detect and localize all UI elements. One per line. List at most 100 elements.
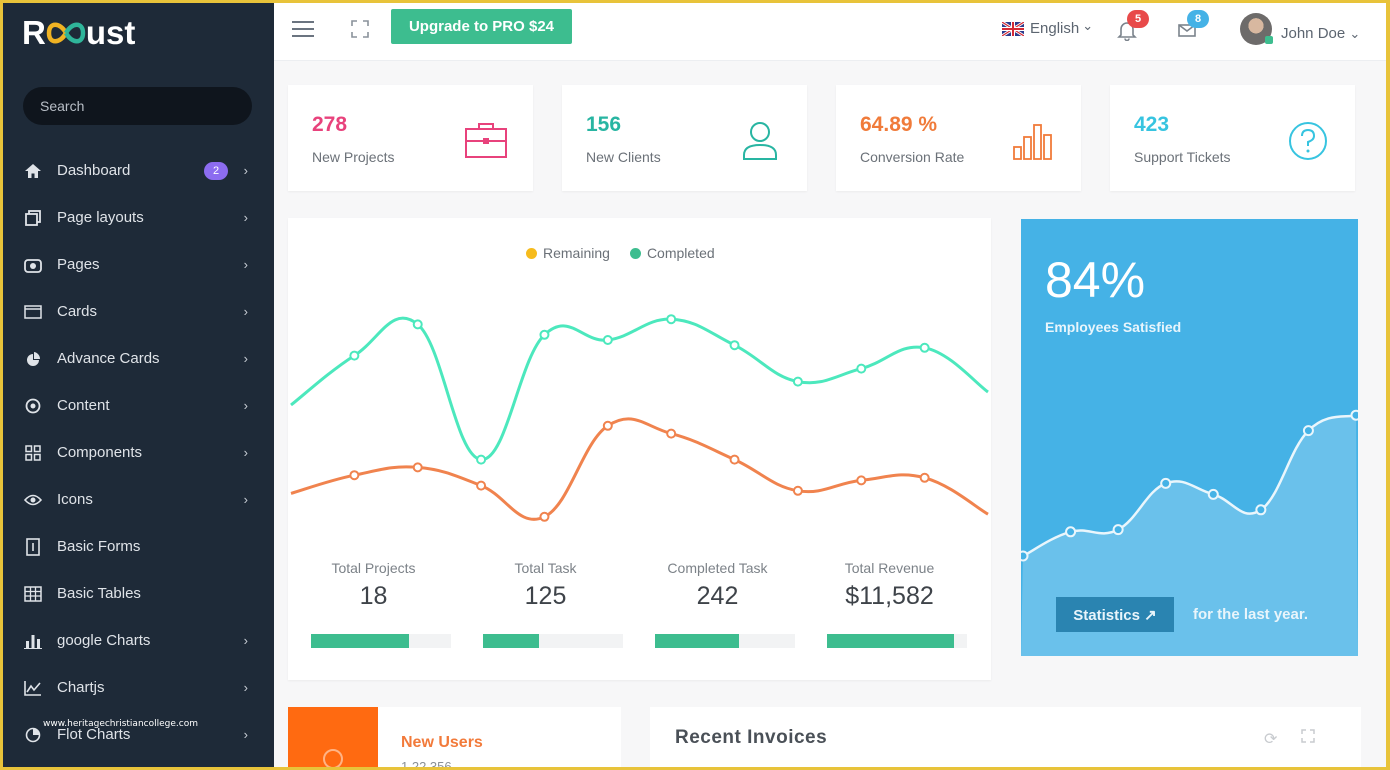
bar-chart-icon [23, 632, 43, 650]
infinity-logo-icon [46, 16, 86, 50]
online-status-icon [1265, 36, 1273, 44]
data-point-remaining[interactable] [412, 462, 423, 473]
form-icon [23, 537, 43, 556]
stat-label: Support Tickets [1134, 149, 1231, 165]
data-point-completed[interactable] [856, 363, 867, 374]
notifications-button[interactable]: 5 [1116, 10, 1149, 42]
area-data-point[interactable] [1112, 524, 1124, 536]
data-point-remaining[interactable] [476, 480, 487, 491]
legend-dot-completed [629, 247, 641, 259]
chevron-right-icon: › [243, 398, 248, 413]
area-data-point[interactable] [1302, 425, 1314, 437]
sidebar-item-components[interactable]: Components › [3, 429, 274, 476]
stat-value: 278 [312, 113, 348, 136]
sidebar-item-chartjs[interactable]: Chartjs › [3, 664, 274, 711]
dashboard-badge: 2 [204, 161, 228, 180]
sidebar-item-label: Pages [57, 256, 100, 273]
stat-card-support-tickets: 423 Support Tickets [1110, 85, 1355, 191]
content-icon [23, 397, 43, 415]
data-point-remaining[interactable] [539, 511, 550, 522]
logo[interactable]: R ust [22, 13, 135, 53]
data-point-remaining[interactable] [666, 428, 677, 439]
data-point-remaining[interactable] [856, 475, 867, 486]
data-point-remaining[interactable] [602, 420, 613, 431]
chevron-right-icon: › [243, 257, 248, 272]
projects-chart-card: Remaining Completed Total Projects 18 To… [288, 218, 991, 680]
messages-count-badge: 8 [1187, 10, 1209, 28]
upgrade-pro-button[interactable]: Upgrade to PRO $24 [391, 9, 572, 44]
line-chart [290, 314, 989, 522]
data-point-completed[interactable] [349, 350, 360, 361]
sidebar-item-content[interactable]: Content › [3, 382, 274, 429]
data-point-remaining[interactable] [729, 454, 740, 465]
series-line-remaining [290, 417, 989, 521]
sidebar-item-google-charts[interactable]: google Charts › [3, 617, 274, 664]
home-icon [23, 162, 43, 180]
chevron-right-icon: › [243, 210, 248, 225]
new-users-count: 1,22,356 [401, 759, 452, 767]
legend-label: Completed [646, 245, 715, 261]
language-label: English [1030, 20, 1080, 37]
data-point-completed[interactable] [729, 340, 740, 351]
chevron-right-icon: › [243, 304, 248, 319]
sidebar: R ust Dashboard 2 › Page layouts › [3, 3, 274, 767]
flot-icon [23, 726, 43, 744]
recent-invoices-title: Recent Invoices [675, 727, 828, 748]
area-data-point[interactable] [1160, 477, 1172, 489]
sidebar-item-label: Page layouts [57, 209, 144, 226]
stat-value: 64.89 % [860, 113, 938, 136]
table-icon [23, 585, 43, 603]
kpi-total-revenue: Total Revenue $11,582 [804, 558, 975, 648]
chevron-right-icon: › [243, 727, 248, 742]
kpi-progress-fill [483, 634, 539, 648]
user-menu[interactable]: John Doe ⌄ [1281, 25, 1360, 42]
sidebar-item-cards[interactable]: Cards › [3, 288, 274, 335]
stat-card-new-projects: 278 New Projects [288, 85, 533, 191]
area-data-point[interactable] [1350, 409, 1359, 421]
kpi-label: Total Task [514, 560, 577, 576]
menu-toggle-icon[interactable] [292, 21, 314, 39]
language-dropdown[interactable]: English ⌄ [1002, 18, 1093, 37]
legend-item-completed[interactable]: Completed [629, 245, 715, 261]
sidebar-item-label: Chartjs [57, 679, 105, 696]
line-chart-icon [23, 679, 43, 697]
sidebar-item-icons[interactable]: Icons › [3, 476, 274, 523]
series-line-completed [290, 316, 989, 462]
data-point-completed[interactable] [539, 329, 550, 340]
data-point-remaining[interactable] [349, 470, 360, 481]
sidebar-item-label: Advance Cards [57, 350, 160, 367]
area-data-point[interactable] [1021, 550, 1029, 562]
area-data-point[interactable] [1255, 504, 1267, 516]
reload-icon[interactable]: ⟳ [1264, 729, 1277, 749]
sidebar-item-page-layouts[interactable]: Page layouts › [3, 194, 274, 241]
sidebar-item-pages[interactable]: Pages › [3, 241, 274, 288]
sidebar-item-dashboard[interactable]: Dashboard 2 › [3, 147, 274, 194]
data-point-completed[interactable] [666, 314, 677, 325]
sidebar-item-label: Components [57, 444, 143, 461]
data-point-remaining[interactable] [792, 485, 803, 496]
sidebar-search-input[interactable] [23, 87, 252, 125]
stat-value: 156 [586, 113, 622, 136]
area-data-point[interactable] [1065, 526, 1077, 538]
kpi-value: 125 [524, 582, 567, 610]
data-point-remaining[interactable] [919, 472, 930, 483]
sidebar-item-advance-cards[interactable]: Advance Cards › [3, 335, 274, 382]
data-point-completed[interactable] [919, 342, 930, 353]
data-point-completed[interactable] [412, 319, 423, 330]
statistics-button[interactable]: Statistics ↗ [1056, 597, 1174, 632]
chart-legend: Remaining Completed [526, 245, 735, 261]
legend-item-remaining[interactable]: Remaining [526, 245, 610, 261]
app-frame: R ust Dashboard 2 › Page layouts › [3, 3, 1386, 767]
messages-button[interactable]: 8 [1176, 10, 1209, 41]
sidebar-item-basic-forms[interactable]: Basic Forms [3, 523, 274, 570]
sidebar-item-basic-tables[interactable]: Basic Tables [3, 570, 274, 617]
user-avatar[interactable] [1240, 13, 1273, 45]
fullscreen-icon[interactable] [351, 20, 369, 38]
data-point-completed[interactable] [476, 454, 487, 465]
topbar: Upgrade to PRO $24 English ⌄ 5 8 John Do… [274, 3, 1386, 61]
chevron-right-icon: › [243, 492, 248, 507]
data-point-completed[interactable] [792, 376, 803, 387]
data-point-completed[interactable] [602, 335, 613, 345]
area-data-point[interactable] [1207, 488, 1219, 500]
expand-icon[interactable] [1301, 729, 1315, 743]
